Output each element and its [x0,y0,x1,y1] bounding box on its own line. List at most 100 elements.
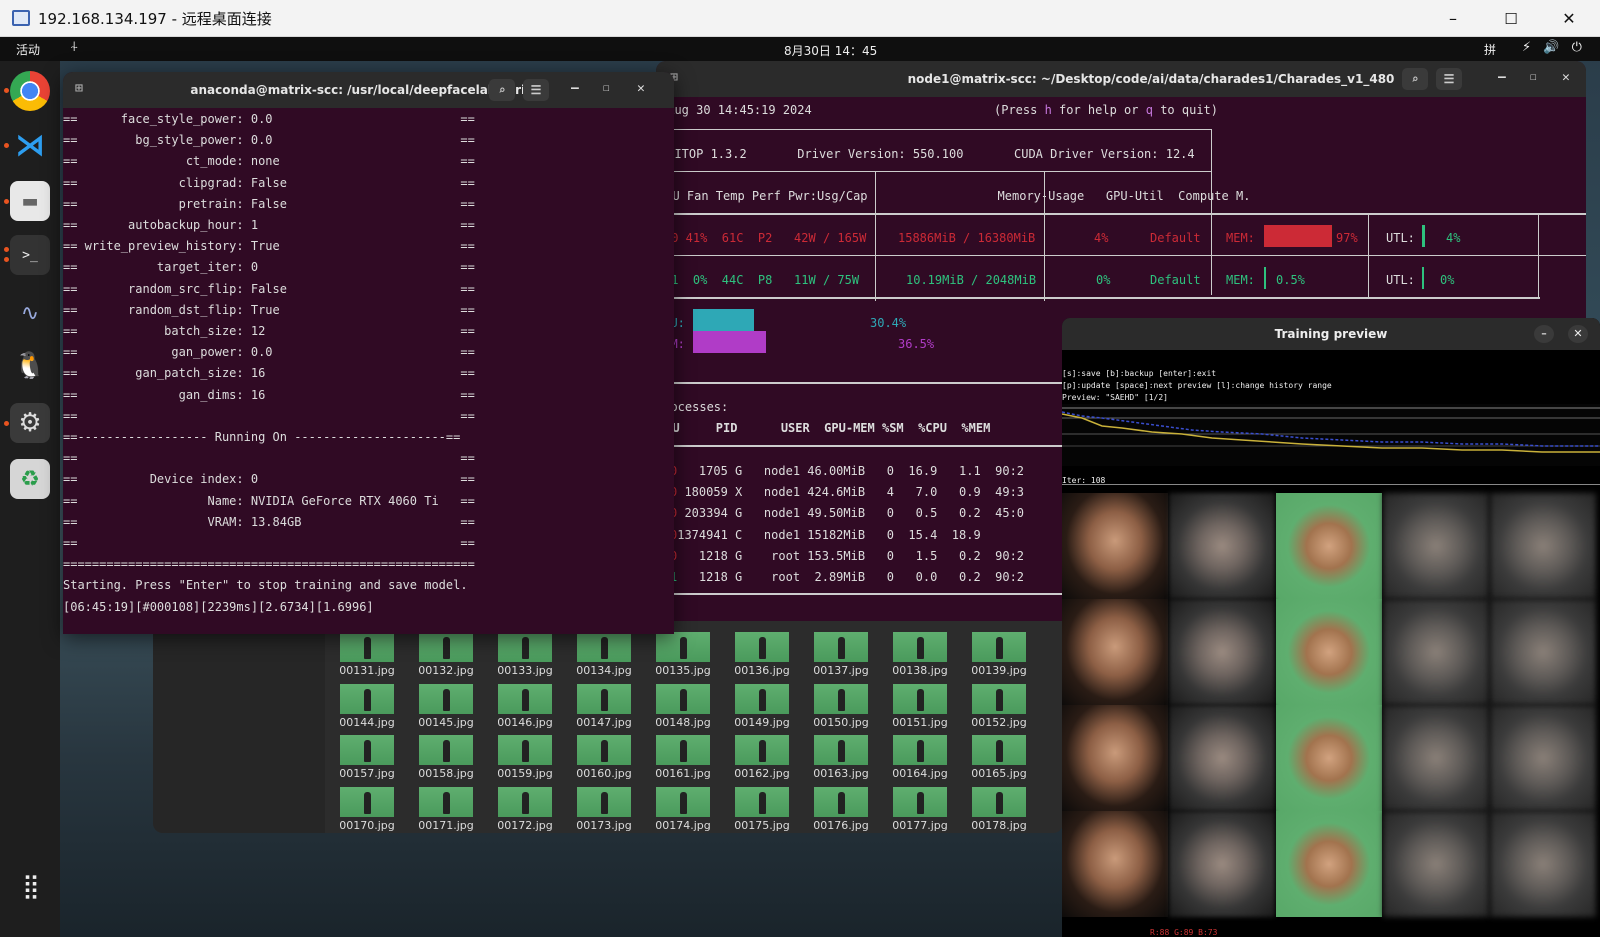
file-name: 00145.jpg [418,715,474,729]
remote-desktop-icon [12,10,30,26]
file-name: 00172.jpg [497,818,553,832]
close-button[interactable]: ✕ [1568,325,1588,343]
activities-button[interactable]: 活动 [16,41,40,58]
preview-face-tile [1490,811,1596,917]
file-thumbnail[interactable]: 00137.jpg [813,632,869,680]
file-thumbnail[interactable]: 00157.jpg [339,735,395,783]
rdp-window-title: 192.168.134.197 - 远程桌面连接 [38,9,272,28]
preview-face-tile [1276,599,1382,705]
clock[interactable]: 8月30日 14：45 [784,42,877,59]
process-row[interactable]: 0 203394 G node1 49.50MiB 0 0.5 0.2 45:0 [670,506,1024,520]
file-thumbnail[interactable]: 00172.jpg [497,786,553,835]
loss-history-svg [1062,407,1600,453]
file-thumbnail[interactable]: 00138.jpg [892,632,948,680]
file-name: 00157.jpg [339,767,395,780]
file-thumbnail[interactable]: 00175.jpg [734,786,790,835]
chrome-icon[interactable] [10,71,50,111]
file-thumbnail[interactable]: 00132.jpg [418,632,474,680]
file-thumbnail[interactable]: 00178.jpg [971,786,1027,835]
file-thumbnail[interactable]: 00162.jpg [734,735,790,783]
close-button[interactable]: ✕ [1562,70,1570,85]
file-thumbnail[interactable]: 00146.jpg [497,683,553,732]
qq-penguin-icon[interactable]: 🐧 [10,346,50,386]
file-thumbnail[interactable]: 00177.jpg [892,786,948,835]
preview-face-tile [1490,493,1596,599]
file-thumbnail[interactable]: 00163.jpg [813,735,869,783]
file-name: 00174.jpg [655,818,711,832]
minimize-button[interactable]: – [1498,70,1506,85]
file-thumbnail[interactable]: 00174.jpg [655,786,711,835]
minimize-button[interactable]: – [571,81,579,96]
settings-gear-icon[interactable]: ⚙ [10,403,50,443]
file-name: 00158.jpg [418,767,474,780]
process-row[interactable]: 1 1218 G root 2.89MiB 0 0.0 0.2 90:2 [670,570,1024,584]
lamp-icon[interactable]: ⍭ [70,39,78,55]
terminal-title: node1@matrix-scc: ~/Desktop/code/ai/data… [907,72,1395,86]
terminal-line: == Device index: 0 == [63,472,475,487]
file-thumbnail[interactable]: 00160.jpg [576,735,632,783]
file-thumbnail[interactable]: 00145.jpg [418,683,474,732]
file-thumbnail[interactable]: 00136.jpg [734,632,790,680]
search-icon[interactable]: ⌕ [489,79,515,101]
file-thumbnail[interactable]: 00152.jpg [971,683,1027,732]
file-thumbnail[interactable]: 00135.jpg [655,632,711,680]
ram-bar [693,331,893,353]
file-thumbnail[interactable]: 00176.jpg [813,786,869,835]
rdp-maximize-button[interactable]: ☐ [1482,0,1540,37]
file-thumbnail[interactable]: 00158.jpg [418,735,474,783]
file-thumbnail[interactable]: 00139.jpg [971,632,1027,680]
app-grid-icon[interactable]: ⣿ [10,866,50,906]
gpu0-mem-bar [1264,225,1334,247]
new-tab-icon[interactable]: ⊞ [75,81,83,96]
system-monitor-icon[interactable]: ∿ [10,293,50,333]
process-row[interactable]: 0 1705 G node1 46.00MiB 0 16.9 1.1 90:2 [670,464,1024,478]
process-details: 1218 G root 2.89MiB 0 0.0 0.2 90:2 [677,570,1025,584]
file-thumbnail[interactable]: 00148.jpg [655,683,711,732]
rdp-title-bar: 192.168.134.197 - 远程桌面连接 – ☐ ✕ [0,0,1600,37]
thumbnail-image [735,632,789,662]
file-thumbnail[interactable]: 00165.jpg [971,735,1027,783]
file-thumbnail[interactable]: 00161.jpg [655,735,711,783]
file-thumbnail[interactable]: 00150.jpg [813,683,869,732]
thumbnail-image [656,735,710,765]
file-name: 00164.jpg [892,767,948,780]
file-thumbnail[interactable]: 00131.jpg [339,632,395,680]
close-button[interactable]: ✕ [637,81,645,96]
rdp-close-button[interactable]: ✕ [1540,0,1598,37]
vscode-icon[interactable]: ⋊ [10,125,50,165]
file-thumbnail[interactable]: 00144.jpg [339,683,395,732]
terminal-icon[interactable]: >_ [10,235,50,275]
rdp-minimize-button[interactable]: – [1424,0,1482,37]
trash-recycle-icon[interactable]: ♻ [10,459,50,499]
thumbnail-image [419,735,473,765]
process-row[interactable]: 0 1218 G root 153.5MiB 0 1.5 0.2 90:2 [670,549,1024,563]
maximize-button[interactable]: ☐ [603,81,610,94]
search-icon[interactable]: ⌕ [1402,68,1428,90]
process-row[interactable]: 01374941 C node1 15182MiB 0 15.4 18.9 [670,528,981,542]
file-thumbnail[interactable]: 00170.jpg [339,786,395,835]
files-icon[interactable]: ▬ [10,181,50,221]
maximize-button[interactable]: ☐ [1530,70,1537,83]
file-thumbnail[interactable]: 00133.jpg [497,632,553,680]
menu-icon[interactable]: ☰ [1436,68,1462,90]
thumbnail-image [577,683,631,714]
file-thumbnail[interactable]: 00159.jpg [497,735,553,783]
file-name: 00149.jpg [734,715,790,729]
file-manager-sidebar [153,605,325,833]
thumbnail-image [893,786,947,817]
menu-icon[interactable]: ☰ [523,79,549,101]
file-thumbnail[interactable]: 00164.jpg [892,735,948,783]
process-row[interactable]: 0 180059 X node1 424.6MiB 4 7.0 0.9 49:3 [670,485,1024,499]
file-thumbnail[interactable]: 00173.jpg [576,786,632,835]
minimize-button[interactable]: – [1534,325,1554,343]
file-thumbnail[interactable]: 00151.jpg [892,683,948,732]
deepfacelab-terminal-window: ⊞ anaconda@matrix-scc: /usr/local/deepfa… [63,72,674,634]
system-tray[interactable]: ⚡ 🔊 ⏻ [1522,40,1586,55]
input-method-indicator[interactable]: 拼 [1484,41,1496,58]
file-thumbnail[interactable]: 00134.jpg [576,632,632,680]
file-thumbnail[interactable]: 00147.jpg [576,683,632,732]
thumbnail-image [972,735,1026,765]
file-thumbnail[interactable]: 00171.jpg [418,786,474,835]
file-thumbnail[interactable]: 00149.jpg [734,683,790,732]
preview-face-tile [1062,705,1168,811]
